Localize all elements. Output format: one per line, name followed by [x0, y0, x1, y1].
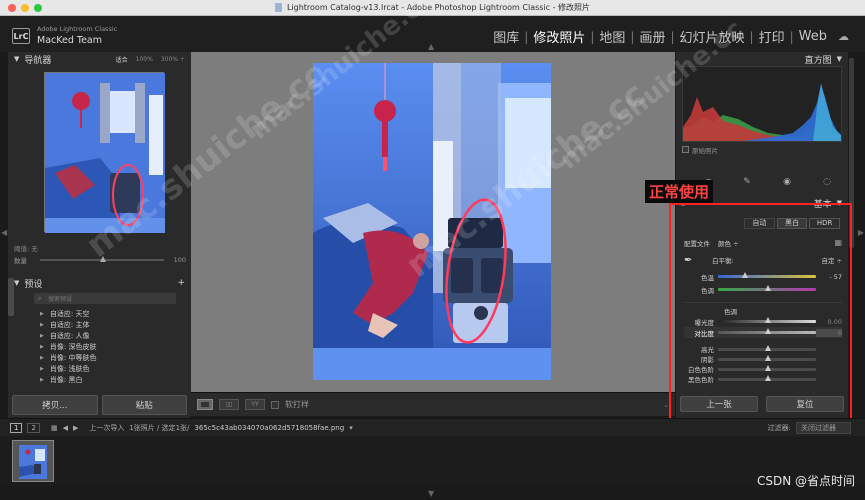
histogram-title: 直方图 — [804, 55, 832, 66]
amount-value: 100 — [173, 256, 186, 264]
presets-scrollbar[interactable] — [8, 278, 14, 316]
presets-header[interactable]: ▼ 预设 + — [8, 276, 191, 290]
original-photo-row: 原始照片 — [682, 144, 842, 155]
before-after-menu-icon[interactable]: YY — [245, 399, 265, 410]
main-photo[interactable] — [313, 63, 551, 380]
document-icon — [274, 3, 282, 12]
module-library[interactable]: 图库 — [488, 27, 524, 46]
tool-strip: ⌗ ✎ ◉ ◌ — [706, 175, 831, 189]
lrc-logo: LrC — [12, 28, 30, 44]
expand-triangle-icon[interactable]: ▶ — [40, 322, 44, 328]
soft-proof-label: 软打样 — [285, 400, 309, 409]
threshold-label: 阈值: 无 — [14, 245, 38, 253]
preset-label: 肖像: 黑白 — [49, 375, 83, 384]
histogram[interactable] — [682, 66, 842, 142]
preset-item[interactable]: ▶ 自适应: 天空 — [14, 308, 186, 319]
filmstrip-bar: 1 2 ▦ ◀ ▶ 上一次导入 1张照片 / 选定1张/ 365c5c43ab0… — [0, 418, 865, 436]
filmstrip — [0, 436, 865, 486]
original-photo-checkbox[interactable] — [682, 146, 689, 153]
before-after-icon[interactable]: ▯▯ — [219, 399, 239, 410]
forward-arrow-icon[interactable]: ▶ — [73, 424, 78, 432]
identity-plate: Adobe Lightroom Classic MacKed Team — [37, 24, 117, 46]
develop-toolbar: ▯▯ YY 软打样 ⌄ — [191, 392, 675, 416]
thumbnail-image — [19, 445, 47, 479]
module-print[interactable]: 打印 — [754, 27, 790, 46]
search-icon: ⌕ — [38, 294, 42, 302]
navigator-header[interactable]: ▼ 导航器 适合 100% 300% ÷ — [8, 52, 191, 66]
module-map[interactable]: 地图 — [594, 27, 630, 46]
source-label[interactable]: 上一次导入 — [89, 423, 124, 433]
expand-triangle-icon[interactable]: ▶ — [40, 344, 44, 350]
photo-count: 1张照片 / 选定1张/ — [129, 423, 190, 432]
page-2-button[interactable]: 2 — [27, 422, 40, 433]
cloud-sync-icon[interactable]: ☁ — [838, 30, 849, 43]
module-web[interactable]: Web — [794, 29, 832, 44]
expand-triangle-icon[interactable]: ▶ — [40, 366, 44, 372]
histogram-graph — [683, 83, 841, 141]
amount-label: 数量 — [14, 257, 27, 265]
preset-item[interactable]: ▶ 肖像: 中等肤色 — [14, 352, 186, 363]
preset-item[interactable]: ▶ 肖像: 浅肤色 — [14, 363, 186, 374]
expand-triangle-icon[interactable]: ▶ — [40, 333, 44, 339]
preset-label: 自适应: 主体 — [49, 320, 90, 329]
module-book[interactable]: 画册 — [634, 27, 670, 46]
paste-settings-button[interactable]: 粘贴 — [101, 395, 187, 415]
grid-view-icon[interactable]: ▦ — [51, 424, 58, 432]
zoom-100[interactable]: 100% — [136, 56, 153, 63]
red-eye-tool-icon[interactable]: ◉ — [783, 177, 791, 187]
expand-triangle-icon[interactable]: ▶ — [40, 377, 44, 383]
preset-label: 自适应: 天空 — [49, 309, 90, 318]
preset-label: 肖像: 中等肤色 — [49, 353, 97, 362]
annotation-box — [669, 203, 852, 423]
collapse-triangle-icon[interactable]: ▼ — [837, 55, 842, 63]
soft-proof-checkbox[interactable] — [271, 400, 279, 409]
preset-item[interactable]: ▶ 肖像: 深色皮肤 — [14, 341, 186, 352]
filename-label[interactable]: 365c5c43ab034070a062d5718058fae.png — [194, 424, 344, 432]
navigator-title: 导航器 — [24, 55, 52, 66]
copy-settings-button[interactable]: 拷贝... — [12, 395, 98, 415]
preset-item[interactable]: ▶ 肖像: 黑白 — [14, 374, 186, 385]
minimize-window-button[interactable] — [21, 4, 29, 12]
original-photo-label: 原始照片 — [692, 146, 718, 155]
page-1-button[interactable]: 1 — [10, 422, 23, 433]
filename-menu-icon[interactable]: ▾ — [349, 424, 353, 432]
top-panel-toggle-icon[interactable]: ▲ — [428, 42, 434, 51]
credit-text: CSDN @省点时间 — [756, 474, 855, 488]
loupe-view-icon[interactable] — [197, 399, 213, 410]
preset-label: 肖像: 深色皮肤 — [49, 342, 97, 351]
right-panel-toggle-icon[interactable]: ▶ — [858, 228, 864, 237]
module-picker: 图库 | 修改照片 | 地图 | 画册 | 幻灯片放映 | 打印 | Web ☁ — [488, 27, 849, 46]
photo-illustration — [313, 63, 551, 380]
left-button-bar: 拷贝... 粘贴 — [8, 395, 191, 415]
preset-item[interactable]: ▶ 自适应: 主体 — [14, 319, 186, 330]
preset-search-placeholder: 搜索预设 — [48, 296, 73, 303]
preset-label: 肖像: 浅肤色 — [49, 364, 90, 373]
maximize-window-button[interactable] — [34, 4, 42, 12]
close-window-button[interactable] — [8, 4, 16, 12]
collapse-triangle-icon[interactable]: ▼ — [14, 279, 19, 287]
masking-tool-icon[interactable]: ◌ — [823, 177, 831, 187]
expand-triangle-icon[interactable]: ▶ — [40, 311, 44, 317]
presets-title: 预设 — [24, 279, 43, 290]
preset-label: 自适应: 人像 — [49, 331, 90, 340]
zoom-fit[interactable]: 适合 — [116, 55, 128, 64]
filter-label: 过滤器: — [767, 423, 791, 432]
filter-select[interactable]: 关闭过滤器 — [796, 421, 851, 434]
bottom-panel-toggle-icon[interactable]: ▼ — [428, 489, 434, 498]
zoom-menu-icon[interactable]: ÷ — [180, 56, 185, 63]
collapse-triangle-icon[interactable]: ▼ — [14, 55, 19, 63]
spot-heal-tool-icon[interactable]: ✎ — [743, 177, 751, 187]
filmstrip-thumbnail[interactable] — [12, 440, 54, 482]
app-name: Adobe Lightroom Classic — [37, 25, 118, 33]
zoom-300[interactable]: 300% — [161, 56, 178, 63]
add-preset-icon[interactable]: + — [177, 278, 185, 288]
user-name: MacKed Team — [37, 35, 103, 46]
annotation-label: 正常使用 — [645, 180, 714, 203]
module-develop[interactable]: 修改照片 — [528, 27, 590, 46]
left-panel-toggle-icon[interactable]: ◀ — [1, 228, 7, 237]
preset-search-input[interactable]: ⌕ 搜索预设 — [34, 293, 176, 304]
expand-triangle-icon[interactable]: ▶ — [40, 355, 44, 361]
back-arrow-icon[interactable]: ◀ — [63, 424, 68, 432]
preset-item[interactable]: ▶ 自适应: 人像 — [14, 330, 186, 341]
